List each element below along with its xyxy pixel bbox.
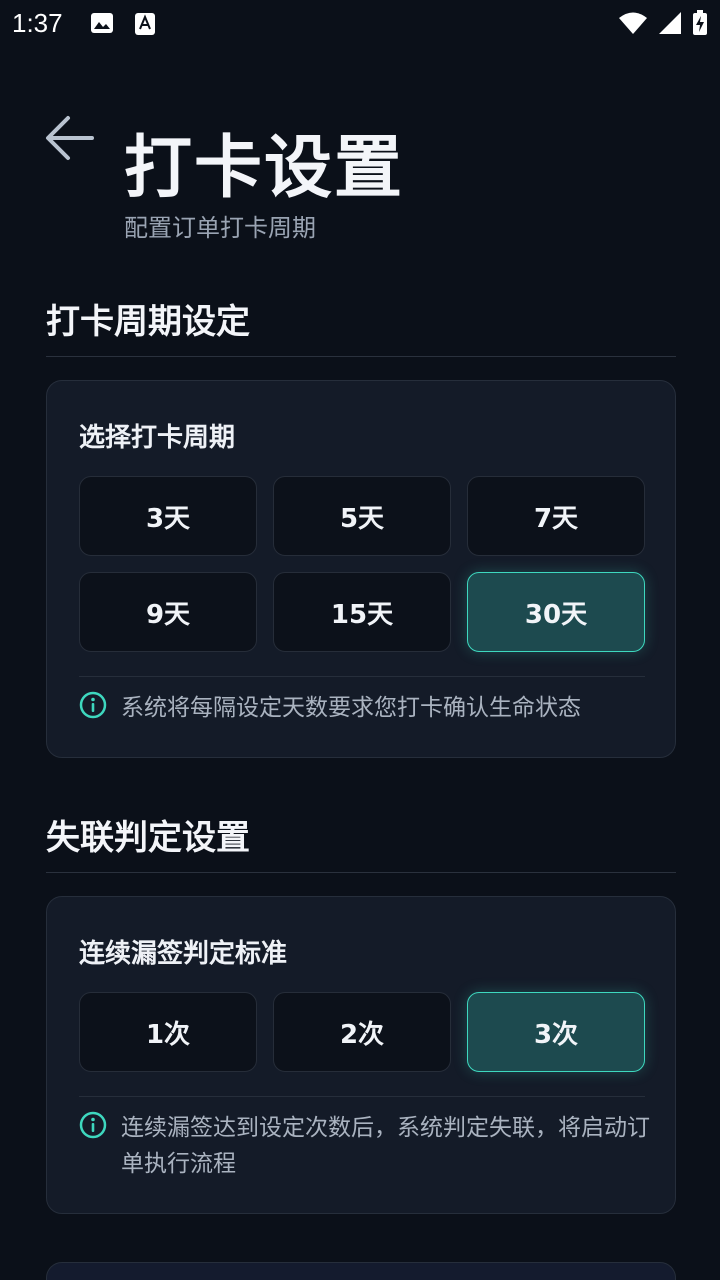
info-icon xyxy=(79,1111,107,1139)
wifi-icon xyxy=(618,11,648,39)
battery-charging-icon xyxy=(692,10,708,40)
lost-section-title: 失联判定设置 xyxy=(46,818,250,858)
lost-option-1[interactable]: 1次 xyxy=(79,992,257,1072)
card-divider xyxy=(79,676,645,677)
image-icon xyxy=(90,12,114,40)
period-option-9[interactable]: 9天 xyxy=(79,572,257,652)
period-option-7[interactable]: 7天 xyxy=(467,476,645,556)
info-icon xyxy=(79,691,107,719)
a-badge-icon xyxy=(134,12,156,40)
card-divider xyxy=(79,1096,645,1097)
lost-info-text: 连续漏签达到设定次数后，系统判定失联，将启动订单执行流程 xyxy=(121,1115,650,1177)
period-option-15[interactable]: 15天 xyxy=(273,572,451,652)
next-card xyxy=(46,1262,676,1280)
lost-option-2[interactable]: 2次 xyxy=(273,992,451,1072)
status-time: 1:37 xyxy=(12,8,63,38)
lost-option-3[interactable]: 3次 xyxy=(467,992,645,1072)
lost-card: 连续漏签判定标准 1次 2次 3次 连续漏签达到设定次数后，系统判定失联，将启动… xyxy=(46,896,676,1214)
lost-card-title: 连续漏签判定标准 xyxy=(79,939,288,969)
period-option-5[interactable]: 5天 xyxy=(273,476,451,556)
period-card: 选择打卡周期 3天 5天 7天 9天 15天 30天 系统将每隔设定天数要求您打… xyxy=(46,380,676,758)
page-title: 打卡设置 xyxy=(124,129,405,208)
arrow-left-icon xyxy=(46,116,94,160)
section-divider xyxy=(46,872,676,873)
screen: 1:37 打卡设置 配置订单打卡周期 打卡周期设定 选择打卡周期 3天 5天 7… xyxy=(0,0,720,1280)
period-option-3[interactable]: 3天 xyxy=(79,476,257,556)
period-info-text: 系统将每隔设定天数要求您打卡确认生命状态 xyxy=(121,695,581,721)
signal-icon xyxy=(658,11,682,39)
period-card-title: 选择打卡周期 xyxy=(79,423,236,453)
section-divider xyxy=(46,356,676,357)
period-option-30[interactable]: 30天 xyxy=(467,572,645,652)
status-bar: 1:37 xyxy=(0,0,720,48)
page-subtitle: 配置订单打卡周期 xyxy=(124,214,316,242)
back-button[interactable] xyxy=(42,110,98,166)
period-section-title: 打卡周期设定 xyxy=(46,302,250,342)
